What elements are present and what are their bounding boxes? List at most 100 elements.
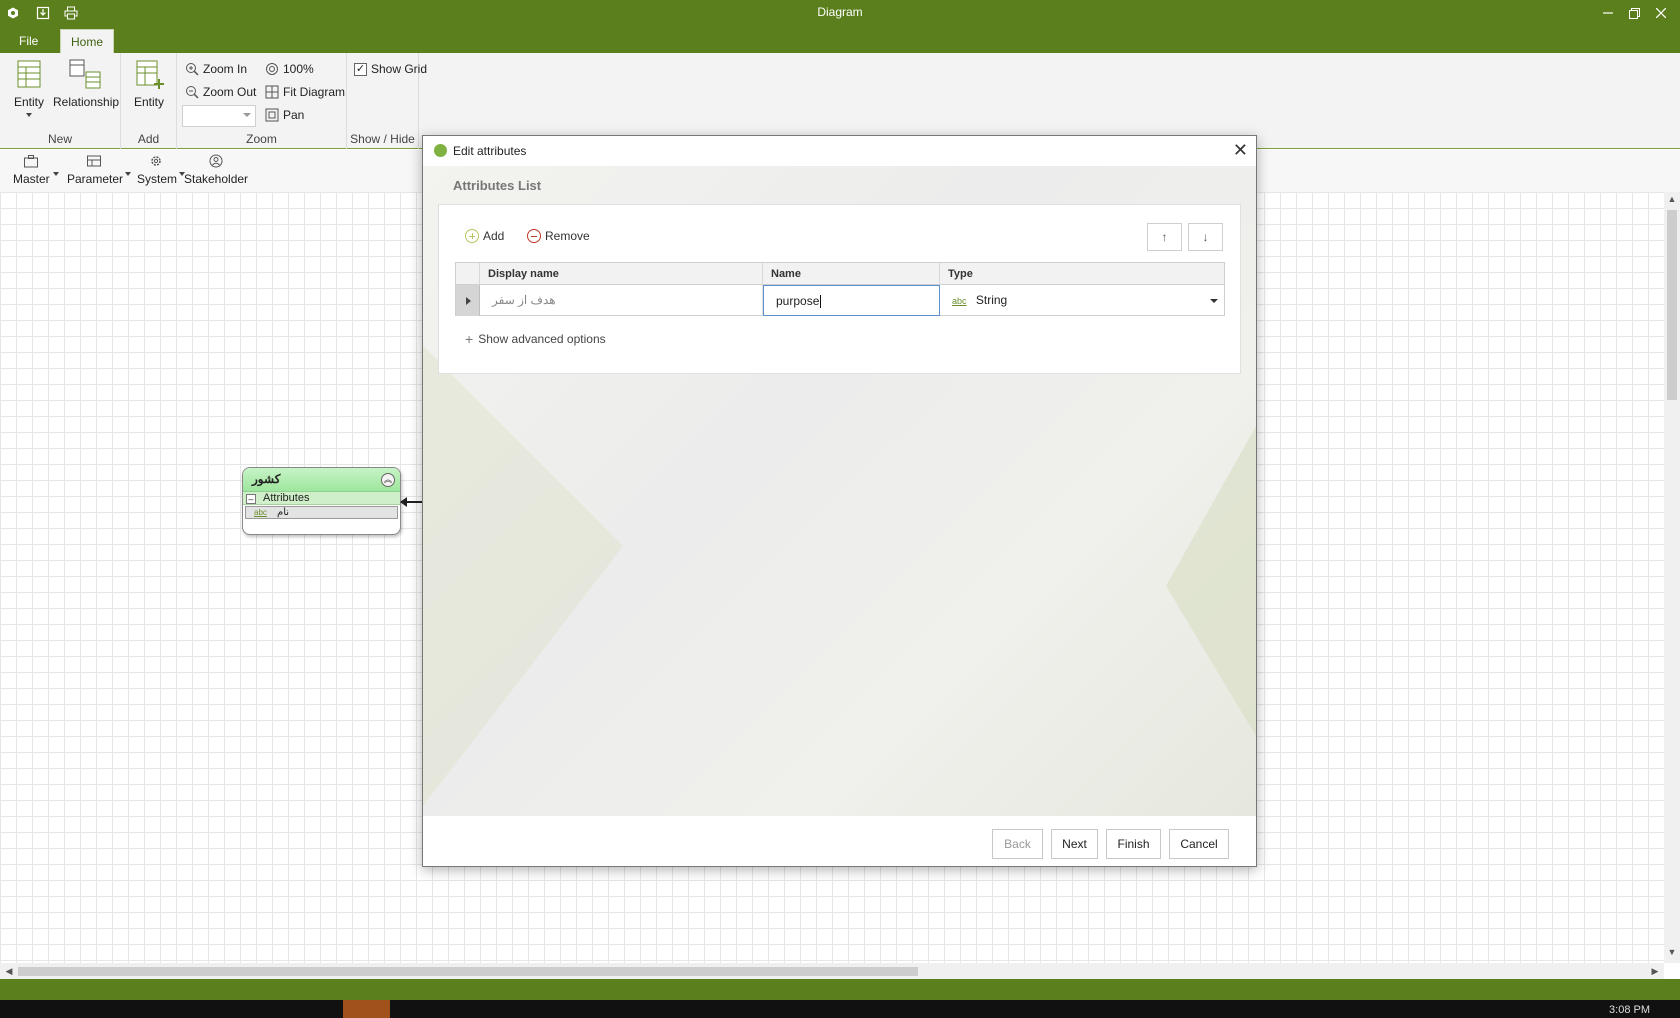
finish-button[interactable]: Finish bbox=[1106, 829, 1161, 859]
ribbon-group-zoom: Zoom In Zoom Out 100% Fit Diagram Pan Zo… bbox=[177, 53, 347, 149]
zoom-100-label: 100% bbox=[283, 62, 314, 76]
chevron-down-icon bbox=[243, 113, 251, 117]
fit-diagram-button[interactable]: Fit Diagram bbox=[265, 82, 345, 102]
table-icon bbox=[87, 155, 101, 167]
relationship-arrow[interactable] bbox=[400, 497, 423, 507]
checkbox-checked-icon: ✓ bbox=[354, 62, 367, 76]
scroll-right-icon[interactable]: ▶ bbox=[1648, 963, 1662, 979]
pan-label: Pan bbox=[283, 108, 305, 122]
chevron-down-icon[interactable] bbox=[1210, 299, 1218, 303]
add-entity-icon bbox=[136, 60, 164, 89]
toolbar-master-label: Master bbox=[13, 172, 50, 186]
entity-icon bbox=[17, 60, 41, 88]
grid-header-indicator bbox=[456, 263, 480, 285]
add-entity-button[interactable]: Entity bbox=[130, 57, 168, 109]
ribbon-group-new: Entity Relationship New bbox=[0, 53, 121, 149]
toolbar-parameter-label: Parameter bbox=[67, 172, 124, 186]
taskbar: 3:08 PM bbox=[0, 1000, 1680, 1018]
entity-card[interactable]: کشور ︽ – Attributes abc نام bbox=[242, 467, 401, 535]
attributes-list-title: Attributes List bbox=[453, 178, 542, 193]
minus-icon[interactable]: – bbox=[246, 494, 256, 504]
new-relationship-button[interactable]: Relationship bbox=[53, 57, 119, 109]
entity-attributes-section[interactable]: – Attributes bbox=[243, 492, 400, 505]
name-value: purpose bbox=[776, 294, 820, 308]
next-button[interactable]: Next bbox=[1051, 829, 1098, 859]
column-type[interactable]: Type bbox=[940, 263, 1224, 285]
tab-home[interactable]: Home bbox=[60, 29, 115, 53]
group-label-new: New bbox=[47, 132, 72, 146]
horizontal-scrollbar[interactable]: ◀ ▶ bbox=[0, 963, 1664, 979]
scroll-left-icon[interactable]: ◀ bbox=[2, 963, 16, 979]
toolbar-parameter-button[interactable]: Parameter bbox=[67, 154, 131, 186]
grid-header: Display name Name Type bbox=[456, 263, 1224, 285]
group-label-add: Add bbox=[137, 132, 160, 146]
type-select[interactable]: abc String bbox=[940, 285, 1224, 316]
new-entity-label: Entity bbox=[13, 95, 44, 109]
entity-header[interactable]: کشور ︽ bbox=[243, 468, 400, 492]
dialog-close-icon[interactable]: ✕ bbox=[1233, 140, 1248, 161]
attributes-grid: Display name Name Type هدف از سفر purpos… bbox=[455, 262, 1225, 316]
zoom-in-button[interactable]: Zoom In bbox=[185, 59, 247, 79]
type-value: String bbox=[975, 293, 1008, 307]
display-name-value: هدف از سفر bbox=[492, 293, 556, 307]
cancel-button[interactable]: Cancel bbox=[1169, 829, 1229, 859]
column-name[interactable]: Name bbox=[763, 263, 940, 285]
pan-button[interactable]: Pan bbox=[265, 105, 304, 125]
taskbar-app-button[interactable] bbox=[343, 1000, 390, 1018]
app-logo-icon bbox=[434, 144, 447, 157]
vertical-scrollbar[interactable]: ▲ ▼ bbox=[1664, 192, 1680, 963]
zoom-out-label: Zoom Out bbox=[203, 85, 257, 99]
zoom-in-label: Zoom In bbox=[203, 62, 248, 76]
move-down-button[interactable]: ↓ bbox=[1188, 223, 1223, 251]
move-up-button[interactable]: ↑ bbox=[1147, 223, 1182, 251]
display-name-cell[interactable]: هدف از سفر bbox=[480, 285, 763, 316]
string-type-icon: abc bbox=[952, 296, 967, 306]
dialog-footer: Back Next Finish Cancel bbox=[423, 816, 1256, 866]
column-display-name[interactable]: Display name bbox=[480, 263, 763, 285]
scroll-down-icon[interactable]: ▼ bbox=[1664, 947, 1680, 961]
minimize-icon[interactable] bbox=[1597, 3, 1619, 23]
remove-attribute-button[interactable]: Remove bbox=[527, 227, 590, 245]
taskbar-clock: 3:08 PM bbox=[1609, 1004, 1650, 1016]
zoom-out-icon bbox=[186, 86, 199, 99]
tab-file[interactable]: File bbox=[9, 29, 48, 53]
fit-diagram-icon bbox=[265, 85, 279, 99]
ribbon-group-add: Entity Add bbox=[121, 53, 177, 149]
zoom-out-button[interactable]: Zoom Out bbox=[185, 82, 256, 102]
toolbar-system-button[interactable]: System bbox=[137, 154, 185, 186]
show-advanced-options-link[interactable]: + Show advanced options bbox=[465, 331, 606, 347]
background-decoration bbox=[1166, 426, 1256, 736]
relationship-icon bbox=[69, 59, 101, 89]
entity-attributes-label: Attributes bbox=[263, 492, 310, 504]
table-row[interactable]: هدف از سفر purpose abc String bbox=[456, 285, 1224, 316]
close-icon[interactable] bbox=[1650, 3, 1672, 23]
restore-icon[interactable] bbox=[1623, 3, 1645, 23]
scroll-up-icon[interactable]: ▲ bbox=[1664, 194, 1680, 208]
chevron-down-icon bbox=[26, 113, 32, 117]
vertical-scroll-thumb[interactable] bbox=[1667, 210, 1677, 400]
name-cell-input[interactable]: purpose bbox=[763, 285, 940, 316]
add-attribute-button[interactable]: Add bbox=[465, 227, 504, 245]
briefcase-icon bbox=[24, 155, 38, 168]
menu-tab-strip: File Home bbox=[0, 26, 1680, 53]
entity-attribute-row[interactable]: abc نام bbox=[245, 506, 398, 519]
entity-title: کشور bbox=[252, 472, 281, 486]
group-label-show-hide: Show / Hide bbox=[350, 132, 415, 146]
gear-icon bbox=[151, 156, 161, 166]
dialog-title: Edit attributes bbox=[453, 144, 527, 158]
zoom-100-button[interactable]: 100% bbox=[265, 59, 314, 79]
add-entity-label: Entity bbox=[133, 95, 164, 109]
row-indicator-icon[interactable] bbox=[456, 285, 480, 316]
back-button[interactable]: Back bbox=[992, 829, 1043, 859]
new-entity-button[interactable]: Entity bbox=[10, 57, 48, 117]
toolbar-master-button[interactable]: Master bbox=[13, 154, 59, 186]
chevron-down-icon bbox=[125, 172, 131, 176]
toolbar-system-label: System bbox=[137, 172, 178, 186]
collapse-icon[interactable]: ︽ bbox=[381, 473, 395, 487]
person-icon bbox=[209, 154, 223, 168]
toolbar-stakeholder-button[interactable]: Stakeholder bbox=[184, 154, 248, 186]
zoom-level-combo[interactable] bbox=[182, 105, 256, 127]
show-grid-checkbox[interactable]: ✓ Show Grid bbox=[354, 59, 427, 79]
fit-diagram-label: Fit Diagram bbox=[283, 85, 346, 99]
horizontal-scroll-thumb[interactable] bbox=[18, 967, 918, 976]
